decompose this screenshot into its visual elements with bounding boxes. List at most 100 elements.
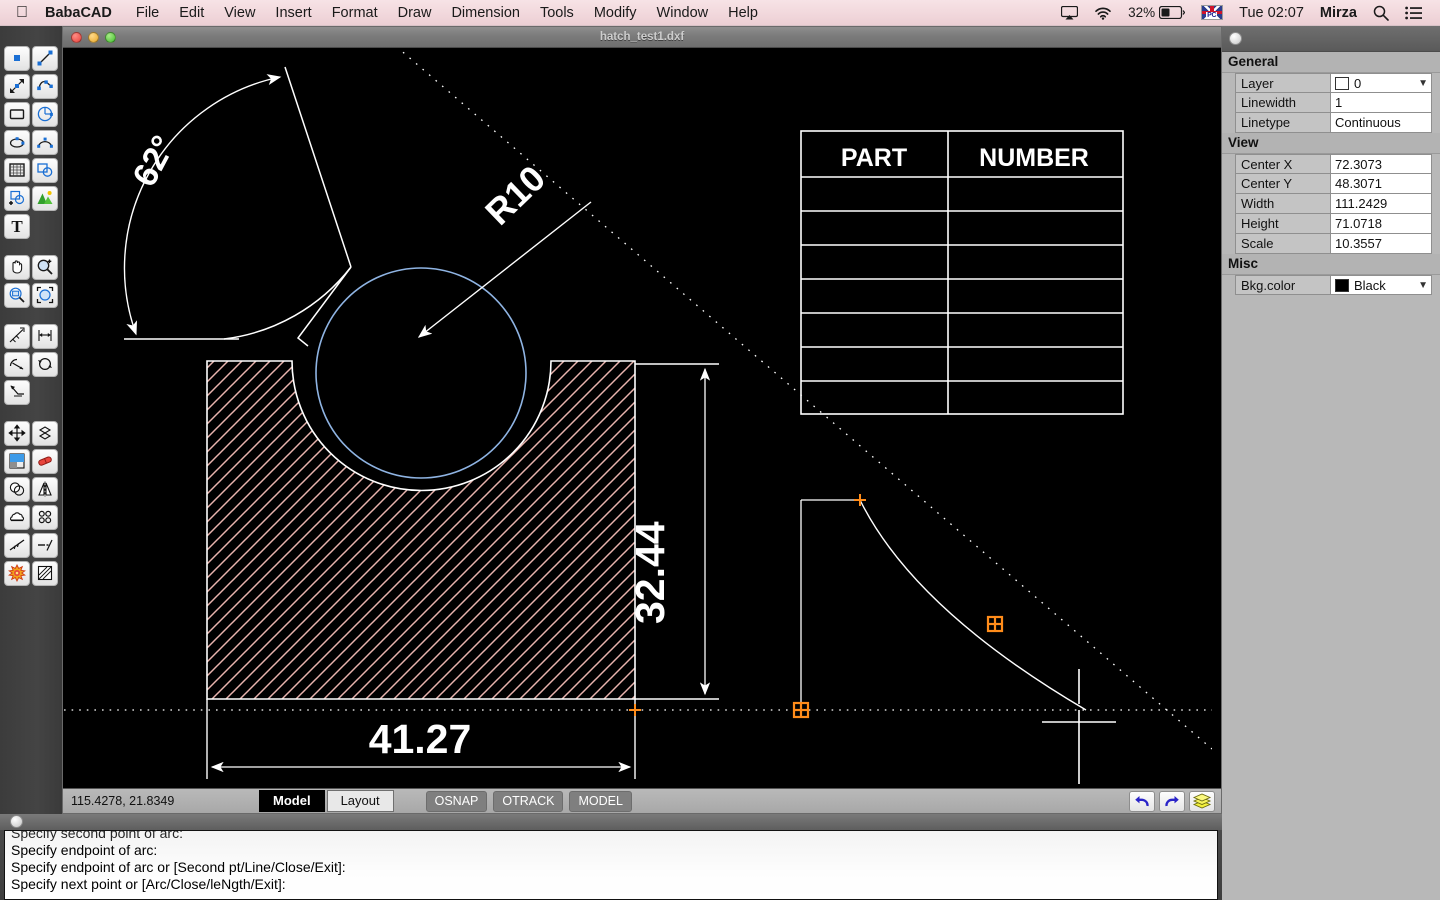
toggle-osnap[interactable]: OSNAP bbox=[426, 791, 488, 812]
layers-button[interactable] bbox=[1189, 791, 1215, 812]
menu-dimension[interactable]: Dimension bbox=[441, 0, 530, 25]
move-tool[interactable] bbox=[4, 421, 30, 446]
trim-tool[interactable] bbox=[32, 533, 58, 558]
property-row-linetype[interactable]: Linetype Continuous bbox=[1235, 113, 1440, 133]
hatch-tool[interactable] bbox=[32, 561, 58, 586]
linear-dimension-tool[interactable] bbox=[4, 324, 30, 349]
union-tool[interactable] bbox=[4, 477, 30, 502]
leader-tool[interactable] bbox=[4, 380, 30, 405]
crosshair-cursor bbox=[1042, 669, 1116, 784]
point-tool[interactable] bbox=[4, 46, 30, 71]
property-row-scale[interactable]: Scale 10.3557 bbox=[1235, 234, 1440, 254]
chevron-down-icon[interactable]: ▼ bbox=[1418, 276, 1428, 294]
drawing-canvas[interactable]: 62° R10 bbox=[64, 49, 1212, 789]
menubar-app-name[interactable]: BabaCAD bbox=[41, 0, 126, 25]
menu-insert[interactable]: Insert bbox=[265, 0, 321, 25]
ray-tool[interactable] bbox=[4, 74, 30, 99]
menubar-username[interactable]: Mirza bbox=[1312, 0, 1365, 25]
property-row-height[interactable]: Height 71.0718 bbox=[1235, 214, 1440, 234]
property-value-linetype[interactable]: Continuous bbox=[1331, 113, 1432, 133]
property-value-width[interactable]: 111.2429 bbox=[1331, 194, 1432, 214]
property-key-bkg-color: Bkg.color bbox=[1235, 275, 1331, 295]
property-value-center-y[interactable]: 48.3071 bbox=[1331, 174, 1432, 194]
panel-close-dot[interactable] bbox=[1229, 32, 1242, 45]
menu-view[interactable]: View bbox=[214, 0, 265, 25]
menubar-clock[interactable]: Tue 02:07 bbox=[1231, 0, 1312, 25]
battery-status[interactable]: 32% bbox=[1120, 0, 1193, 25]
property-key-center-x: Center X bbox=[1235, 154, 1331, 174]
arc-tool[interactable] bbox=[32, 130, 58, 155]
table-header-part: PART bbox=[841, 144, 907, 172]
command-area-titlebar[interactable] bbox=[0, 814, 1222, 830]
undo-button[interactable] bbox=[1129, 791, 1155, 812]
radius-dimension-tool[interactable] bbox=[4, 352, 30, 377]
arc-construction-group bbox=[801, 500, 1086, 710]
tab-layout[interactable]: Layout bbox=[327, 790, 394, 812]
window-titlebar[interactable]: hatch_test1.dxf bbox=[63, 27, 1221, 48]
chevron-down-icon[interactable]: ▼ bbox=[1418, 74, 1428, 92]
color-tool[interactable] bbox=[4, 449, 30, 474]
menu-draw[interactable]: Draw bbox=[388, 0, 442, 25]
rectangle-tool[interactable] bbox=[4, 102, 30, 127]
command-panel-dot[interactable] bbox=[10, 815, 23, 828]
line-tool[interactable] bbox=[32, 46, 58, 71]
property-value-height[interactable]: 71.0718 bbox=[1331, 214, 1432, 234]
insert-block-tool[interactable] bbox=[4, 186, 30, 211]
aligned-dimension-tool[interactable] bbox=[32, 324, 58, 349]
property-value-bkg-color[interactable]: Black ▼ bbox=[1331, 275, 1432, 295]
list-icon[interactable] bbox=[1397, 0, 1430, 25]
menu-tools[interactable]: Tools bbox=[530, 0, 584, 25]
command-line-1: Specify endpoint of arc: bbox=[11, 842, 1217, 859]
copy-tool[interactable] bbox=[32, 421, 58, 446]
polyline-tool[interactable] bbox=[32, 74, 58, 99]
menubar-left-group:  BabaCAD File Edit View Insert Format D… bbox=[0, 0, 768, 25]
input-source-flag-icon[interactable]: PC bbox=[1193, 0, 1231, 25]
circle-tool[interactable] bbox=[32, 102, 58, 127]
snap-marker-plate-corner bbox=[629, 704, 641, 716]
array-tool[interactable] bbox=[32, 505, 58, 530]
block-tool[interactable] bbox=[32, 158, 58, 183]
search-icon[interactable] bbox=[1365, 0, 1397, 25]
property-row-center-y[interactable]: Center Y 48.3071 bbox=[1235, 174, 1440, 194]
battery-icon bbox=[1159, 6, 1185, 19]
revision-cloud-tool[interactable] bbox=[4, 505, 30, 530]
property-value-scale[interactable]: 10.3557 bbox=[1331, 234, 1432, 254]
explode-tool[interactable] bbox=[4, 561, 30, 586]
menu-format[interactable]: Format bbox=[322, 0, 388, 25]
toggle-otrack[interactable]: OTRACK bbox=[493, 791, 563, 812]
pan-tool[interactable] bbox=[4, 255, 30, 280]
angular-dimension-tool[interactable] bbox=[32, 352, 58, 377]
properties-panel-header[interactable] bbox=[1222, 26, 1440, 52]
mirror-tool[interactable] bbox=[32, 477, 58, 502]
command-history[interactable]: Specify second point of arc: Specify end… bbox=[4, 830, 1218, 900]
redo-button[interactable] bbox=[1159, 791, 1185, 812]
ellipse-tool[interactable] bbox=[4, 130, 30, 155]
erase-tool[interactable] bbox=[32, 449, 58, 474]
table-tool[interactable] bbox=[4, 158, 30, 183]
property-row-center-x[interactable]: Center X 72.3073 bbox=[1235, 154, 1440, 174]
toggle-model[interactable]: MODEL bbox=[569, 791, 631, 812]
airplay-icon[interactable] bbox=[1053, 0, 1086, 25]
menu-window[interactable]: Window bbox=[647, 0, 719, 25]
divide-tool[interactable] bbox=[4, 533, 30, 558]
menu-edit[interactable]: Edit bbox=[169, 0, 214, 25]
property-row-width[interactable]: Width 111.2429 bbox=[1235, 194, 1440, 214]
menu-modify[interactable]: Modify bbox=[584, 0, 647, 25]
property-value-layer[interactable]: 0 ▼ bbox=[1331, 73, 1432, 93]
zoom-in-tool[interactable] bbox=[32, 255, 58, 280]
menu-file[interactable]: File bbox=[126, 0, 169, 25]
image-tool[interactable] bbox=[32, 186, 58, 211]
property-row-layer[interactable]: Layer 0 ▼ bbox=[1235, 73, 1440, 93]
vertical-dimension-text: 32.44 bbox=[627, 521, 673, 624]
text-tool[interactable]: T bbox=[4, 214, 30, 239]
menu-help[interactable]: Help bbox=[718, 0, 768, 25]
tab-model[interactable]: Model bbox=[259, 790, 325, 812]
property-row-linewidth[interactable]: Linewidth 1 bbox=[1235, 93, 1440, 113]
zoom-extents-tool[interactable] bbox=[32, 283, 58, 308]
apple-logo-icon[interactable]:  bbox=[0, 5, 41, 21]
property-value-center-x[interactable]: 72.3073 bbox=[1331, 154, 1432, 174]
property-row-bkg-color[interactable]: Bkg.color Black ▼ bbox=[1235, 275, 1440, 295]
property-value-linewidth[interactable]: 1 bbox=[1331, 93, 1432, 113]
zoom-window-tool[interactable] bbox=[4, 283, 30, 308]
wifi-icon[interactable] bbox=[1086, 0, 1120, 25]
